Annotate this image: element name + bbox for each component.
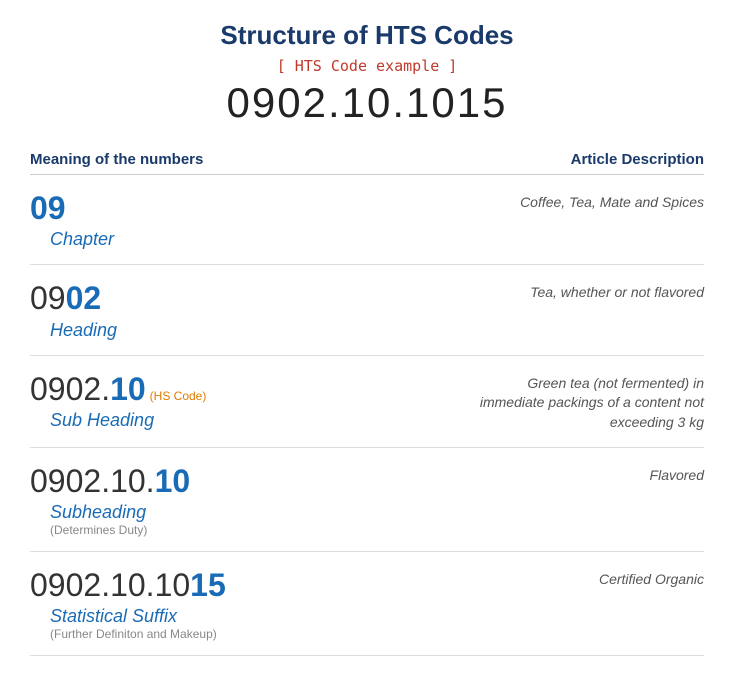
code-before-4: 0902.10.10 — [30, 567, 190, 603]
row-label-3: Subheading — [50, 502, 630, 523]
subtitle-bracket: [ HTS Code example ] — [30, 57, 704, 75]
code-display-1: 0902 — [30, 279, 510, 317]
row-left-0: 09 Chapter — [30, 189, 500, 250]
code-before-3: 0902.10. — [30, 463, 155, 499]
table-row: 09 ChapterCoffee, Tea, Mate and Spices — [30, 175, 704, 265]
code-highlight-4: 15 — [190, 567, 226, 603]
row-left-3: 0902.10.10Subheading(Determines Duty) — [30, 462, 630, 537]
row-label-4: Statistical Suffix — [50, 606, 579, 627]
row-label-2: Sub Heading — [50, 410, 444, 431]
row-description-3: Flavored — [630, 462, 704, 486]
row-left-4: 0902.10.1015Statistical Suffix(Further D… — [30, 566, 579, 641]
row-left-1: 0902 Heading — [30, 279, 510, 340]
column-headers: Meaning of the numbers Article Descripti… — [30, 145, 704, 175]
table-row: 0902 HeadingTea, whether or not flavored — [30, 265, 704, 355]
row-description-1: Tea, whether or not flavored — [510, 279, 704, 303]
code-display-3: 0902.10.10 — [30, 462, 630, 500]
code-highlight-2: 10 — [110, 371, 146, 407]
table-row: 0902.10.1015Statistical Suffix(Further D… — [30, 552, 704, 656]
row-description-0: Coffee, Tea, Mate and Spices — [500, 189, 704, 213]
code-highlight-1: 02 — [66, 280, 102, 316]
code-display-2: 0902.10 (HS Code) — [30, 370, 444, 408]
table-row: 0902.10 (HS Code) Sub HeadingGreen tea (no… — [30, 356, 704, 448]
code-highlight-0: 09 — [30, 190, 66, 226]
code-before-1: 09 — [30, 280, 66, 316]
row-left-2: 0902.10 (HS Code) Sub Heading — [30, 370, 444, 431]
label-subtitle-3: (Determines Duty) — [50, 523, 630, 537]
table-row: 0902.10.10Subheading(Determines Duty)Fla… — [30, 448, 704, 552]
label-tag-2: (HS Code) — [150, 389, 207, 403]
col-left-header: Meaning of the numbers — [30, 151, 203, 168]
row-description-2: Green tea (not fermented) in immediate p… — [444, 370, 704, 433]
hts-example: 0902.10.1015 — [30, 79, 704, 127]
row-description-4: Certified Organic — [579, 566, 704, 590]
code-display-4: 0902.10.1015 — [30, 566, 579, 604]
row-label-0: Chapter — [50, 229, 500, 250]
label-subtitle-4: (Further Definiton and Makeup) — [50, 627, 579, 641]
col-right-header: Article Description — [571, 151, 704, 168]
row-label-1: Heading — [50, 320, 510, 341]
code-display-0: 09 — [30, 189, 500, 227]
page-title: Structure of HTS Codes — [30, 20, 704, 51]
code-before-2: 0902. — [30, 371, 110, 407]
code-highlight-3: 10 — [155, 463, 191, 499]
